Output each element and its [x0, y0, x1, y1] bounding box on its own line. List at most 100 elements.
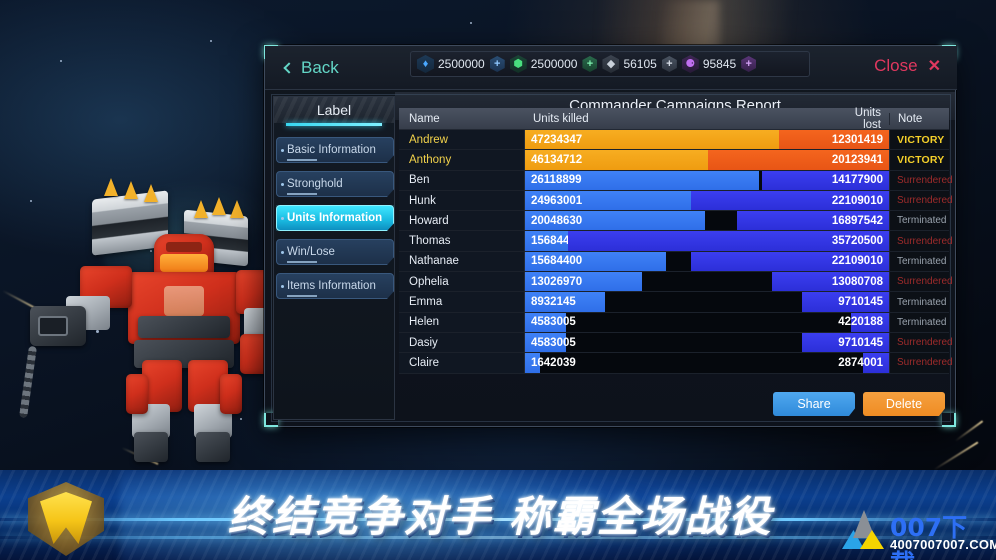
logo-mark-icon [842, 510, 884, 549]
table-row[interactable]: Nathanae 15684400 22109010 Terminated [399, 251, 949, 273]
close-button[interactable]: Close ✕ [874, 56, 941, 76]
crystal-icon: ♦ [417, 55, 434, 73]
cell-bars: 1642039 2874001 [525, 353, 889, 373]
bullet-icon [281, 217, 284, 220]
status-badge: Terminated [897, 215, 947, 227]
table-row[interactable]: Thomas 15684400 35720500 Surrendered [399, 231, 953, 252]
units-lost-bar: 2874001 [838, 353, 889, 373]
sidebar-item-stronghold-information[interactable]: Stronghold Information [276, 171, 394, 197]
mineral-icon: ◆ [602, 55, 620, 73]
cell-name: Dasiy [399, 332, 525, 353]
cell-bars: 8932145 9710145 [525, 292, 889, 312]
units-killed-bar: 1642039 [525, 353, 576, 373]
table-header-row: Name Units killed Units lost Note [399, 106, 949, 131]
units-lost-bar: 22109010 [691, 251, 889, 272]
logo-url-text: 4007007007.COM [890, 537, 996, 552]
close-icon: ✕ [927, 58, 941, 75]
table-row[interactable]: Helen 4583005 4220188 Terminated [399, 312, 949, 333]
add-resource-button-3[interactable]: + [661, 56, 677, 72]
faction-emblem [20, 478, 112, 560]
table-row[interactable]: Andrew 47234347 12301419 VICTORY [399, 130, 949, 151]
cell-note: Surrendered [889, 332, 953, 353]
resource-item-4: ⚈ 95845 [681, 55, 736, 73]
status-badge: Surrendered [897, 195, 953, 207]
cell-bars: 15684400 22109010 [525, 251, 889, 272]
bullet-icon [281, 251, 284, 254]
cell-note: VICTORY [889, 130, 949, 150]
resource-item-2: ⬢ 2500000 [509, 55, 577, 73]
sidebar-item-basic-information[interactable]: Basic Information [276, 137, 394, 163]
units-lost-bar: 22109010 [691, 190, 889, 211]
table-row[interactable]: Emma 8932145 9710145 Terminated [399, 292, 949, 313]
share-button[interactable]: Share [773, 392, 855, 416]
cell-name: Andrew [399, 130, 525, 150]
units-lost-bar: 14177900 [762, 170, 889, 190]
sidebar-item-win-lose-information[interactable]: Win/Lose Information [276, 239, 394, 265]
table-row[interactable]: Anthony 46134712 20123941 VICTORY [399, 150, 949, 171]
cell-note: Surrendered [889, 272, 953, 292]
cell-name: Howard [399, 211, 525, 231]
column-header-lost: Units lost [854, 106, 881, 131]
cell-note: Terminated [889, 211, 949, 231]
add-resource-button-1[interactable]: + [489, 56, 505, 72]
sidebar-item-items-information[interactable]: Items Information [276, 273, 394, 299]
table-row[interactable]: Howard 20048630 16897542 Terminated [399, 211, 949, 232]
status-badge: Surrendered [897, 235, 953, 247]
units-killed-bar: 4583005 [525, 312, 576, 332]
resource-item-1: ♦ 2500000 [417, 55, 485, 73]
units-killed-bar: 26118899 [525, 170, 759, 190]
units-killed-bar: 15684400 [525, 251, 666, 272]
units-killed-bar: 4583005 [525, 332, 576, 353]
sidebar-item-label: Units Information [287, 212, 383, 224]
column-header-killed: Units killed [533, 112, 589, 125]
cell-bars: 47234347 12301419 [525, 130, 889, 150]
table-row[interactable]: Dasiy 4583005 9710145 Surrendered [399, 332, 953, 354]
table-row[interactable]: Ophelia 13026970 13080708 Surrendered [399, 272, 953, 293]
status-badge: VICTORY [897, 153, 945, 166]
campaign-report-dialog: Back ♦ 2500000 + ⬢ 2500000 + ◆ 56105 + ⚈ 95845 + Cl… [264, 45, 957, 427]
cell-note: Surrendered [889, 190, 953, 211]
units-lost-bar: 9710145 [802, 332, 889, 353]
resource-item-3: ◆ 56105 [602, 55, 657, 73]
table-row[interactable]: Ben 26118899 14177900 Surrendered [399, 170, 953, 191]
status-badge: VICTORY [897, 133, 945, 146]
add-resource-button-2[interactable]: + [582, 56, 598, 72]
status-badge: Surrendered [897, 337, 953, 349]
delete-button[interactable]: Delete [863, 392, 945, 416]
cell-name: Ophelia [399, 272, 525, 292]
back-button[interactable]: Back [283, 54, 339, 82]
status-badge: Terminated [897, 296, 947, 308]
add-resource-button-4[interactable]: + [741, 56, 757, 72]
table-row[interactable]: Hunk 24963001 22109010 Surrendered [399, 190, 953, 212]
logo-text: 007下载 [890, 513, 968, 560]
gas-icon: ⬢ [509, 55, 527, 73]
label-sidebar: Label Basic Information Stronghold Inform… [273, 96, 395, 420]
table-body: Andrew 47234347 12301419 VICTORY Anthony 4613… [399, 130, 953, 374]
units-lost-bar: 35720500 [568, 231, 889, 251]
star [470, 22, 472, 24]
status-badge: Surrendered [897, 357, 953, 369]
cell-bars: 4583005 9710145 [525, 332, 889, 353]
cell-bars: 26118899 14177900 [525, 170, 889, 190]
units-lost-bar: 9710145 [802, 292, 889, 312]
table-row[interactable]: Claire 1642039 2874001 Surrendered [399, 353, 953, 374]
cell-name: Thomas [399, 231, 525, 251]
units-lost-bar: 16897542 [737, 211, 889, 231]
units-lost-bar: 12301419 [779, 130, 889, 150]
cell-note: VICTORY [889, 150, 949, 170]
cell-name: Nathanae [399, 251, 525, 272]
status-badge: Terminated [897, 255, 947, 267]
population-icon: ⚈ [681, 55, 699, 73]
cell-name: Emma [399, 292, 525, 312]
cell-bars: 24963001 22109010 [525, 190, 889, 211]
item-underline [287, 295, 317, 297]
units-killed-bar: 20048630 [525, 211, 705, 231]
status-badge: Surrendered [897, 174, 953, 186]
units-killed-bar: 13026970 [525, 272, 642, 292]
sidebar-item-units-information[interactable]: Units Information [276, 205, 394, 231]
back-button-label: Back [301, 58, 339, 77]
resource-value: 56105 [623, 57, 657, 71]
column-header-name: Name [409, 112, 440, 125]
banner-slogan: 终结竞争对手 称霸全场战役 [228, 492, 773, 541]
cell-name: Hunk [399, 190, 525, 211]
